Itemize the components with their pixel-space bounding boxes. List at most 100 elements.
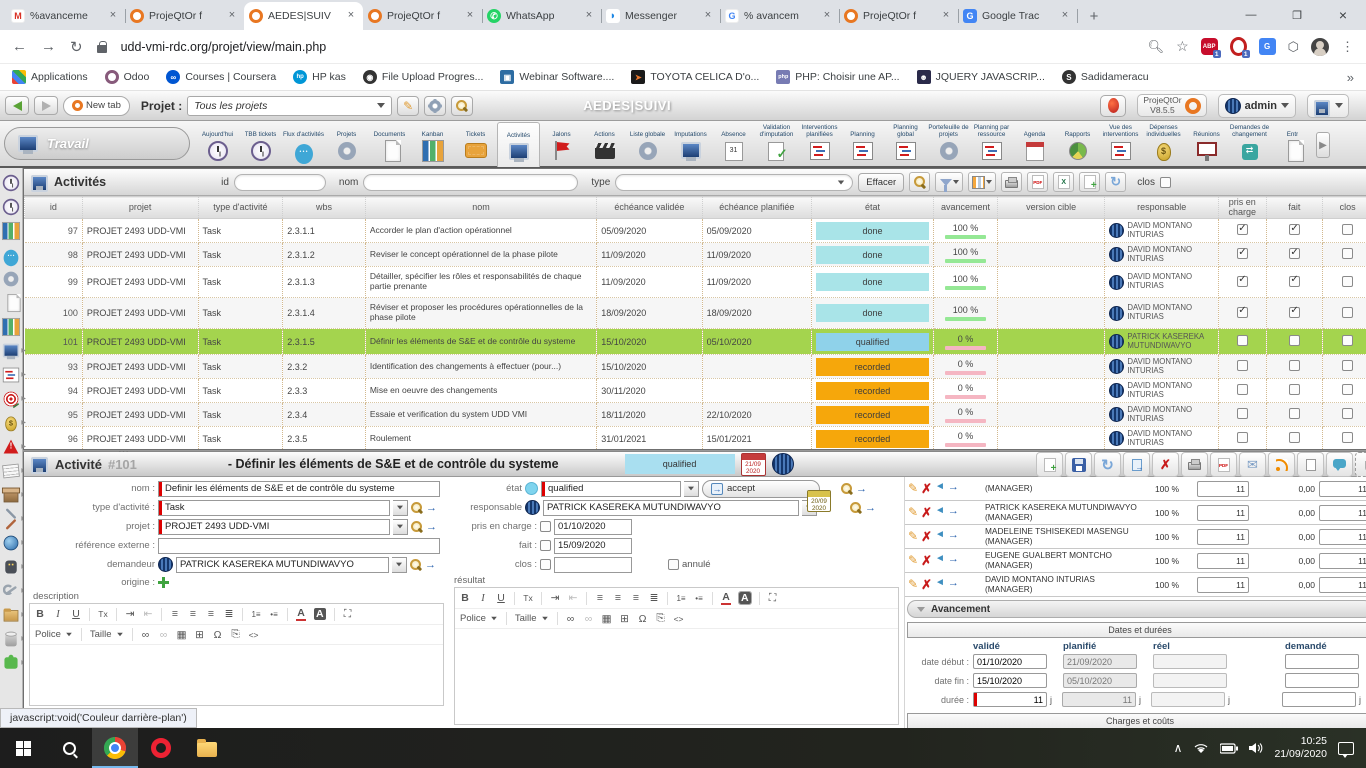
extension-icon[interactable]: [1230, 38, 1247, 55]
goto-icon[interactable]: →: [426, 502, 437, 514]
bookmark-star-icon[interactable]: ☆: [1176, 38, 1189, 55]
share-icon[interactable]: ◄: [935, 577, 945, 593]
sidebar-kanban-icon[interactable]: [0, 315, 22, 339]
tab-close-icon[interactable]: ×: [582, 9, 596, 23]
bg-color-button[interactable]: A: [314, 608, 326, 620]
tab-close-icon[interactable]: ×: [820, 9, 834, 23]
bookmark-item[interactable]: ∞Courses | Coursera: [166, 70, 276, 84]
browser-tab[interactable]: ProjeQtOr f×: [839, 2, 958, 30]
fait-checkbox[interactable]: [1289, 224, 1300, 235]
font-select[interactable]: Police: [35, 629, 73, 640]
clos-checkbox[interactable]: [1342, 307, 1353, 318]
delete-button[interactable]: ✗: [1152, 452, 1179, 477]
bookmark-item[interactable]: ➤TOYOTA CELICA D'o...: [631, 70, 759, 84]
table-button[interactable]: ⊞: [195, 629, 205, 641]
resource-days-input[interactable]: 11: [1197, 505, 1249, 521]
refresh-button[interactable]: ↻: [1105, 172, 1126, 192]
pris-checkbox[interactable]: [1237, 276, 1248, 287]
minimize-button[interactable]: —: [1228, 0, 1274, 30]
export-pdf-button[interactable]: [1210, 452, 1237, 477]
fait-checkbox[interactable]: [1289, 384, 1300, 395]
valide-input[interactable]: 01/10/2020: [973, 654, 1047, 669]
text-color-button[interactable]: A: [296, 607, 306, 621]
italic-button[interactable]: I: [53, 609, 63, 620]
accept-transition-button[interactable]: → accept 20/092020: [702, 480, 820, 498]
menu-overflow-chevron[interactable]: ▶: [1316, 132, 1330, 158]
ordered-list-button[interactable]: 1≡: [676, 594, 686, 603]
unlink-button[interactable]: ∞: [159, 629, 169, 641]
resource-remaining-input[interactable]: 11: [1319, 481, 1366, 497]
description-text-area[interactable]: [30, 645, 443, 705]
remove-format-button[interactable]: Tx: [98, 609, 108, 619]
browser-tab[interactable]: AEDES|SUIV×: [244, 2, 363, 30]
browser-tab[interactable]: ProjeQtOr f×: [363, 2, 482, 30]
paste-button[interactable]: ⎘: [656, 612, 666, 625]
columns-button[interactable]: [968, 172, 996, 192]
resource-days-input[interactable]: 11: [1197, 529, 1249, 545]
sidebar-box-icon[interactable]: ▶: [0, 483, 22, 507]
special-char-button[interactable]: Ω: [213, 629, 223, 641]
export-excel-button[interactable]: [1053, 172, 1074, 192]
chrome-menu-icon[interactable]: ⋮: [1341, 39, 1354, 55]
fait-checkbox[interactable]: [1289, 360, 1300, 371]
menu-item-kanban[interactable]: Kanban: [411, 122, 454, 167]
menu-item-activit-s[interactable]: Activités: [497, 122, 540, 167]
bookmark-item[interactable]: SSadidameracu: [1062, 70, 1149, 84]
sidebar-kanban-icon[interactable]: [0, 219, 22, 243]
browser-tab[interactable]: ◗Messenger×: [601, 2, 720, 30]
resultat-text-area[interactable]: [455, 629, 898, 724]
menu-item-validation-d-imputation[interactable]: Validation d'imputation: [755, 122, 798, 167]
clos-checkbox[interactable]: [1342, 360, 1353, 371]
menu-item-d-penses-individuelles[interactable]: Dépenses individuelles: [1142, 122, 1185, 167]
search-icon[interactable]: [411, 502, 423, 514]
column-header[interactable]: échéance validée: [597, 197, 702, 219]
resource-remaining-input[interactable]: 11: [1319, 505, 1366, 521]
column-header[interactable]: projet: [82, 197, 198, 219]
filter-id-input[interactable]: [234, 174, 326, 191]
column-header[interactable]: id: [25, 197, 83, 219]
sidebar-folder-icon[interactable]: ▶: [0, 603, 22, 627]
menu-item-tbb-tickets[interactable]: TBB tickets: [239, 122, 282, 167]
bookmark-item[interactable]: ▣Webinar Software....: [500, 70, 614, 84]
save-button[interactable]: [1065, 452, 1092, 477]
fait-date[interactable]: 15/09/2020: [554, 538, 632, 554]
goto-icon[interactable]: →: [426, 521, 437, 533]
print-button[interactable]: [1001, 172, 1022, 192]
bg-color-button[interactable]: A: [739, 592, 751, 604]
url-text[interactable]: udd-vmi-rdc.org/projet/view/main.php: [121, 40, 1134, 54]
demande-input[interactable]: [1285, 654, 1359, 669]
clos-checkbox[interactable]: [1342, 432, 1353, 443]
sidebar-clock-icon[interactable]: [0, 195, 22, 219]
sidebar-monitor-icon[interactable]: ▶: [0, 339, 22, 363]
table-row[interactable]: 101PROJET 2493 UDD-VMITask2.3.1.5Définir…: [25, 329, 1366, 355]
table-row[interactable]: 98PROJET 2493 UDD-VMITask2.3.1.2Reviser …: [25, 243, 1366, 267]
menu-item-rapports[interactable]: Rapports: [1056, 122, 1099, 167]
filter-button[interactable]: [935, 172, 963, 192]
valide-input[interactable]: 15/10/2020: [973, 673, 1047, 688]
menu-item-actions[interactable]: Actions: [583, 122, 626, 167]
menu-item-agenda[interactable]: Agenda: [1013, 122, 1056, 167]
fait-checkbox[interactable]: [1289, 335, 1300, 346]
tray-expand-icon[interactable]: ∧: [1174, 741, 1183, 755]
bookmark-item[interactable]: phpPHP: Choisir une AP...: [776, 70, 899, 84]
size-select[interactable]: Taille: [90, 629, 124, 640]
fait-checkbox[interactable]: [1289, 432, 1300, 443]
edit-icon[interactable]: ✎: [908, 505, 918, 521]
bookmark-item[interactable]: ◉File Upload Progres...: [363, 70, 484, 84]
column-header[interactable]: pris en charge: [1219, 197, 1267, 219]
sidebar-wrench-icon[interactable]: ▶: [0, 579, 22, 603]
attachment-button[interactable]: [1355, 452, 1366, 477]
clos-checkbox[interactable]: [1342, 335, 1353, 346]
menu-item-demandes-de-changement[interactable]: Demandes de changement: [1228, 122, 1271, 167]
goto-icon[interactable]: →: [948, 553, 959, 569]
add-item-button[interactable]: [1079, 172, 1100, 192]
align-center-button[interactable]: ≡: [613, 592, 623, 604]
pris-checkbox[interactable]: [1237, 307, 1248, 318]
search-icon[interactable]: [841, 483, 853, 495]
copy-button[interactable]: [1123, 452, 1150, 477]
justify-button[interactable]: ≣: [224, 608, 234, 620]
column-header[interactable]: avancement: [933, 197, 997, 219]
fait-checkbox[interactable]: [1289, 276, 1300, 287]
menu-item-imputations[interactable]: Imputations: [669, 122, 712, 167]
delete-icon[interactable]: ✗: [921, 577, 932, 593]
